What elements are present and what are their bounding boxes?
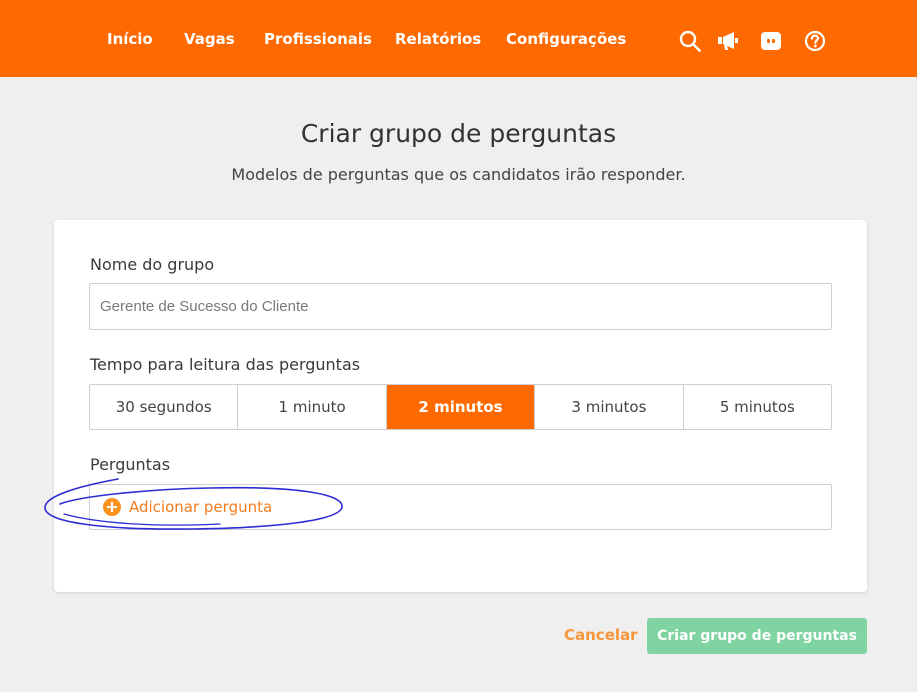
reading-time-label: Tempo para leitura das perguntas (90, 355, 361, 374)
page-subtitle: Modelos de perguntas que os candidatos i… (231, 165, 686, 184)
search-icon[interactable] (679, 30, 701, 52)
nav-item-profissionais[interactable]: Profissionais (264, 30, 372, 48)
page-title: Criar grupo de perguntas (300, 119, 617, 148)
top-navigation-bar: Início Vagas Profissionais Relatórios Co… (0, 0, 917, 77)
group-name-input[interactable] (89, 283, 832, 330)
chat-icon[interactable] (760, 30, 782, 52)
nav-item-vagas[interactable]: Vagas (184, 30, 235, 48)
reading-time-option-selected[interactable]: 2 minutos (386, 385, 536, 429)
add-question-button[interactable]: Adicionar pergunta (103, 496, 272, 518)
nav-item-inicio[interactable]: Início (107, 30, 153, 48)
help-icon[interactable] (804, 30, 826, 52)
plus-circle-icon (103, 498, 121, 516)
add-question-label: Adicionar pergunta (129, 498, 273, 516)
reading-time-option[interactable]: 1 minuto (238, 385, 387, 429)
create-question-group-button[interactable]: Criar grupo de perguntas (647, 618, 867, 654)
nav-item-configuracoes[interactable]: Configurações (506, 30, 626, 48)
reading-time-option[interactable]: 5 minutos (684, 385, 831, 429)
nav-item-relatorios[interactable]: Relatórios (395, 30, 481, 48)
group-name-label: Nome do grupo (90, 255, 215, 274)
megaphone-icon[interactable] (717, 30, 739, 52)
cancel-link[interactable]: Cancelar (564, 626, 638, 644)
questions-list: Adicionar pergunta (89, 484, 832, 530)
reading-time-selector: 30 segundos 1 minuto 2 minutos 3 minutos… (89, 384, 832, 430)
questions-label: Perguntas (90, 455, 171, 474)
reading-time-option[interactable]: 3 minutos (535, 385, 684, 429)
reading-time-option[interactable]: 30 segundos (90, 385, 239, 429)
question-group-form-card: Nome do grupo Tempo para leitura das per… (54, 220, 867, 592)
